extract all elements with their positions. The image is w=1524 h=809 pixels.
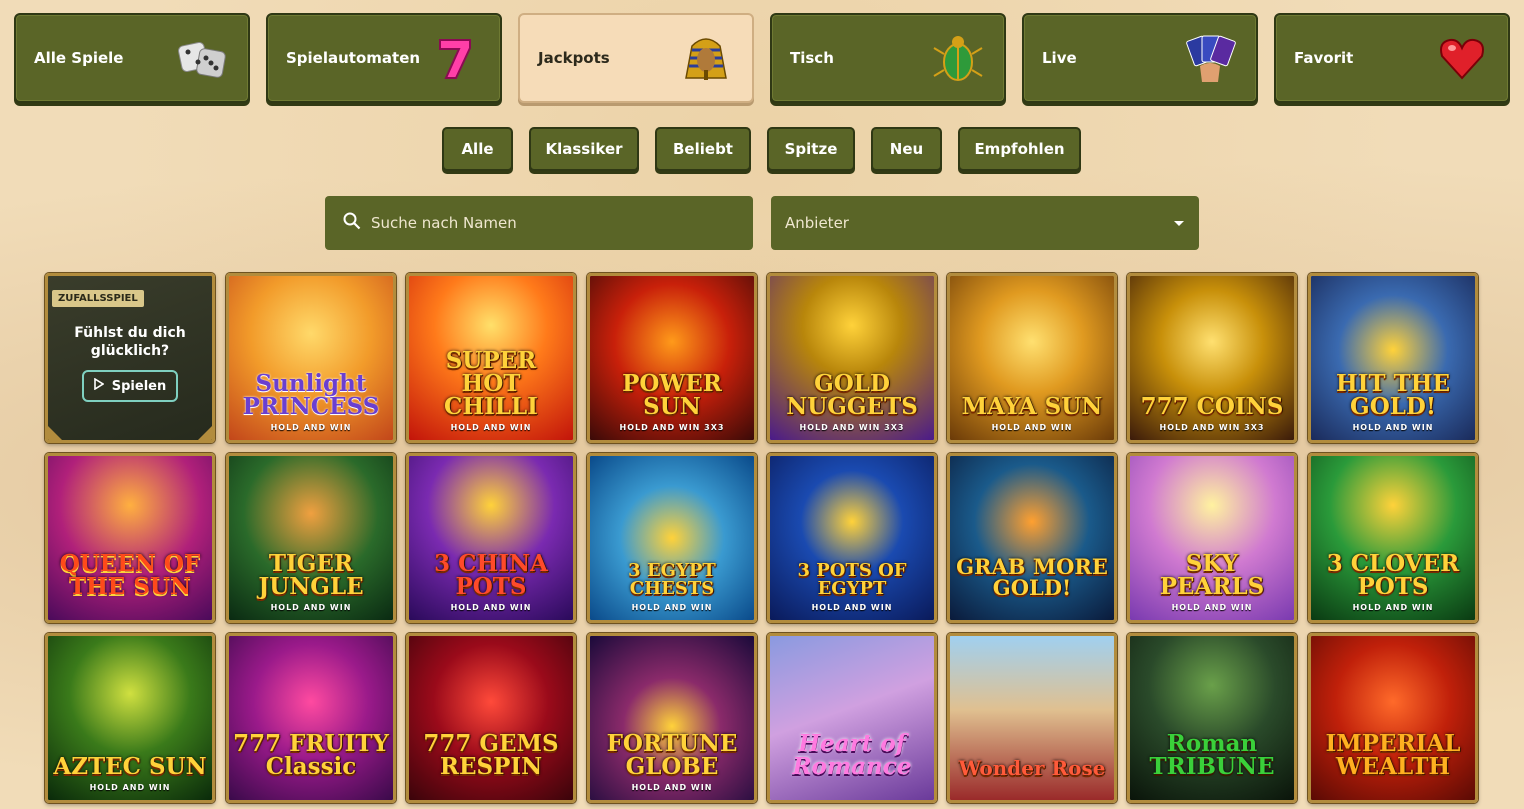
game-tile[interactable]: Wonder Rose <box>947 633 1117 803</box>
filter-beliebt[interactable]: Beliebt <box>655 127 751 171</box>
game-tile[interactable]: Roman TRIBUNE <box>1127 633 1297 803</box>
tab-spielautomaten[interactable]: Spielautomaten <box>266 13 502 103</box>
game-tile[interactable]: QUEEN OF THE SUN <box>45 453 215 623</box>
corner-decor <box>198 426 212 440</box>
game-title: MAYA SUN <box>961 393 1103 420</box>
game-subtitle: HOLD AND WIN <box>1352 603 1434 612</box>
search-box[interactable] <box>325 196 753 250</box>
tab-label: Favorit <box>1294 49 1354 67</box>
tab-label: Alle Spiele <box>34 49 124 67</box>
game-subtitle: HOLD AND WIN <box>991 423 1073 432</box>
game-tile[interactable]: SKY PEARLS HOLD AND WIN <box>1127 453 1297 623</box>
tab-label: Tisch <box>790 49 834 67</box>
game-subtitle: HOLD AND WIN 3X3 <box>619 423 725 432</box>
game-subtitle: HOLD AND WIN <box>450 423 532 432</box>
game-title: 3 CHINA POTS <box>434 550 548 600</box>
caret-down-icon <box>1173 214 1185 232</box>
game-subtitle: HOLD AND WIN <box>631 783 713 792</box>
game-subtitle: HOLD AND WIN <box>1171 603 1253 612</box>
game-title: SKY PEARLS <box>1159 550 1265 600</box>
tab-label: Jackpots <box>538 49 610 67</box>
play-icon <box>93 377 105 394</box>
corner-decor <box>48 426 62 440</box>
tab-favorit[interactable]: Favorit <box>1274 13 1510 103</box>
game-subtitle: HOLD AND WIN <box>270 603 352 612</box>
game-title: 777 COINS <box>1140 393 1284 420</box>
game-tile[interactable]: TIGER JUNGLE HOLD AND WIN <box>226 453 396 623</box>
game-subtitle: HOLD AND WIN <box>450 603 532 612</box>
tab-tisch[interactable]: Tisch <box>770 13 1006 103</box>
game-title: GRAB MORE GOLD! <box>956 554 1108 600</box>
game-title: Sunlight PRINCESS <box>242 370 380 420</box>
dice-icon <box>174 30 230 86</box>
game-title: POWER SUN <box>622 370 722 420</box>
game-tile[interactable]: GOLD NUGGETS HOLD AND WIN 3X3 <box>767 273 937 443</box>
game-tile[interactable]: AZTEC SUN HOLD AND WIN <box>45 633 215 803</box>
game-tile[interactable]: Heart of Romance <box>767 633 937 803</box>
game-tile[interactable]: POWER SUN HOLD AND WIN 3X3 <box>587 273 757 443</box>
pharaoh-icon <box>678 30 734 86</box>
game-tile[interactable]: 3 EGYPT CHESTS HOLD AND WIN <box>587 453 757 623</box>
game-subtitle: HOLD AND WIN <box>270 423 352 432</box>
game-tile[interactable]: 777 COINS HOLD AND WIN 3X3 <box>1127 273 1297 443</box>
game-title: IMPERIAL WEALTH <box>1325 730 1461 780</box>
game-title: AZTEC SUN <box>53 753 207 780</box>
game-subtitle: HOLD AND WIN <box>811 603 893 612</box>
game-title: 777 FRUITY Classic <box>233 730 389 780</box>
tab-label: Live <box>1042 49 1077 67</box>
tab-live[interactable]: Live <box>1022 13 1258 103</box>
game-title: GOLD NUGGETS <box>786 370 918 420</box>
game-tile[interactable]: GRAB MORE GOLD! <box>947 453 1117 623</box>
game-title: Heart of Romance <box>792 730 912 780</box>
game-tile[interactable]: SUPER HOT CHILLI HOLD AND WIN <box>406 273 576 443</box>
game-title: 3 POTS OF EGYPT <box>797 560 907 599</box>
game-tile[interactable]: Sunlight PRINCESS HOLD AND WIN <box>226 273 396 443</box>
scarab-icon <box>930 30 986 86</box>
game-title: 3 CLOVER POTS <box>1326 550 1460 600</box>
game-subtitle: HOLD AND WIN <box>1352 423 1434 432</box>
game-tile[interactable]: 3 POTS OF EGYPT HOLD AND WIN <box>767 453 937 623</box>
provider-label: Anbieter <box>785 214 849 232</box>
tab-jackpots[interactable]: Jackpots <box>518 13 754 103</box>
game-tile[interactable]: 3 CLOVER POTS HOLD AND WIN <box>1308 453 1478 623</box>
filter-empfohlen[interactable]: Empfohlen <box>958 127 1081 171</box>
game-title: 3 EGYPT CHESTS <box>628 560 716 599</box>
random-game-tile[interactable]: ZUFALLSSPIEL Fühlst du dich glücklich? S… <box>45 273 215 443</box>
game-tile[interactable]: 777 GEMS RESPIN <box>406 633 576 803</box>
game-title: FORTUNE GLOBE <box>606 730 738 780</box>
heart-icon <box>1434 30 1490 86</box>
filter-alle[interactable]: Alle <box>442 127 513 171</box>
game-title: Wonder Rose <box>958 756 1106 780</box>
game-title: Roman TRIBUNE <box>1149 730 1275 780</box>
lucky-seven-icon <box>426 30 482 86</box>
game-subtitle: HOLD AND WIN <box>89 783 171 792</box>
filter-neu[interactable]: Neu <box>871 127 942 171</box>
random-game-badge: ZUFALLSSPIEL <box>52 290 144 307</box>
filter-klassiker[interactable]: Klassiker <box>529 127 639 171</box>
game-subtitle: HOLD AND WIN <box>631 603 713 612</box>
game-title: HIT THE GOLD! <box>1336 370 1450 420</box>
play-button[interactable]: Spielen <box>81 370 179 403</box>
game-title: 777 GEMS RESPIN <box>423 730 559 780</box>
provider-select[interactable]: Anbieter <box>771 196 1199 250</box>
game-subtitle: HOLD AND WIN 3X3 <box>799 423 905 432</box>
random-game-question: Fühlst du dich glücklich? <box>74 324 186 359</box>
play-label: Spielen <box>111 378 167 394</box>
game-subtitle: HOLD AND WIN 3X3 <box>1159 423 1265 432</box>
filter-spitze[interactable]: Spitze <box>767 127 855 171</box>
tab-label: Spielautomaten <box>286 49 421 67</box>
game-tile[interactable]: MAYA SUN HOLD AND WIN <box>947 273 1117 443</box>
search-icon <box>343 212 361 234</box>
game-title: SUPER HOT CHILLI <box>444 347 538 420</box>
game-tile[interactable]: FORTUNE GLOBE HOLD AND WIN <box>587 633 757 803</box>
search-input[interactable] <box>371 214 731 232</box>
tab-alle-spiele[interactable]: Alle Spiele <box>14 13 250 103</box>
game-tile[interactable]: 777 FRUITY Classic <box>226 633 396 803</box>
game-title: QUEEN OF THE SUN <box>59 550 201 600</box>
game-tile[interactable]: IMPERIAL WEALTH <box>1308 633 1478 803</box>
game-tile[interactable]: HIT THE GOLD! HOLD AND WIN <box>1308 273 1478 443</box>
cards-hand-icon <box>1182 30 1238 86</box>
game-title: TIGER JUNGLE <box>258 550 364 600</box>
game-tile[interactable]: 3 CHINA POTS HOLD AND WIN <box>406 453 576 623</box>
